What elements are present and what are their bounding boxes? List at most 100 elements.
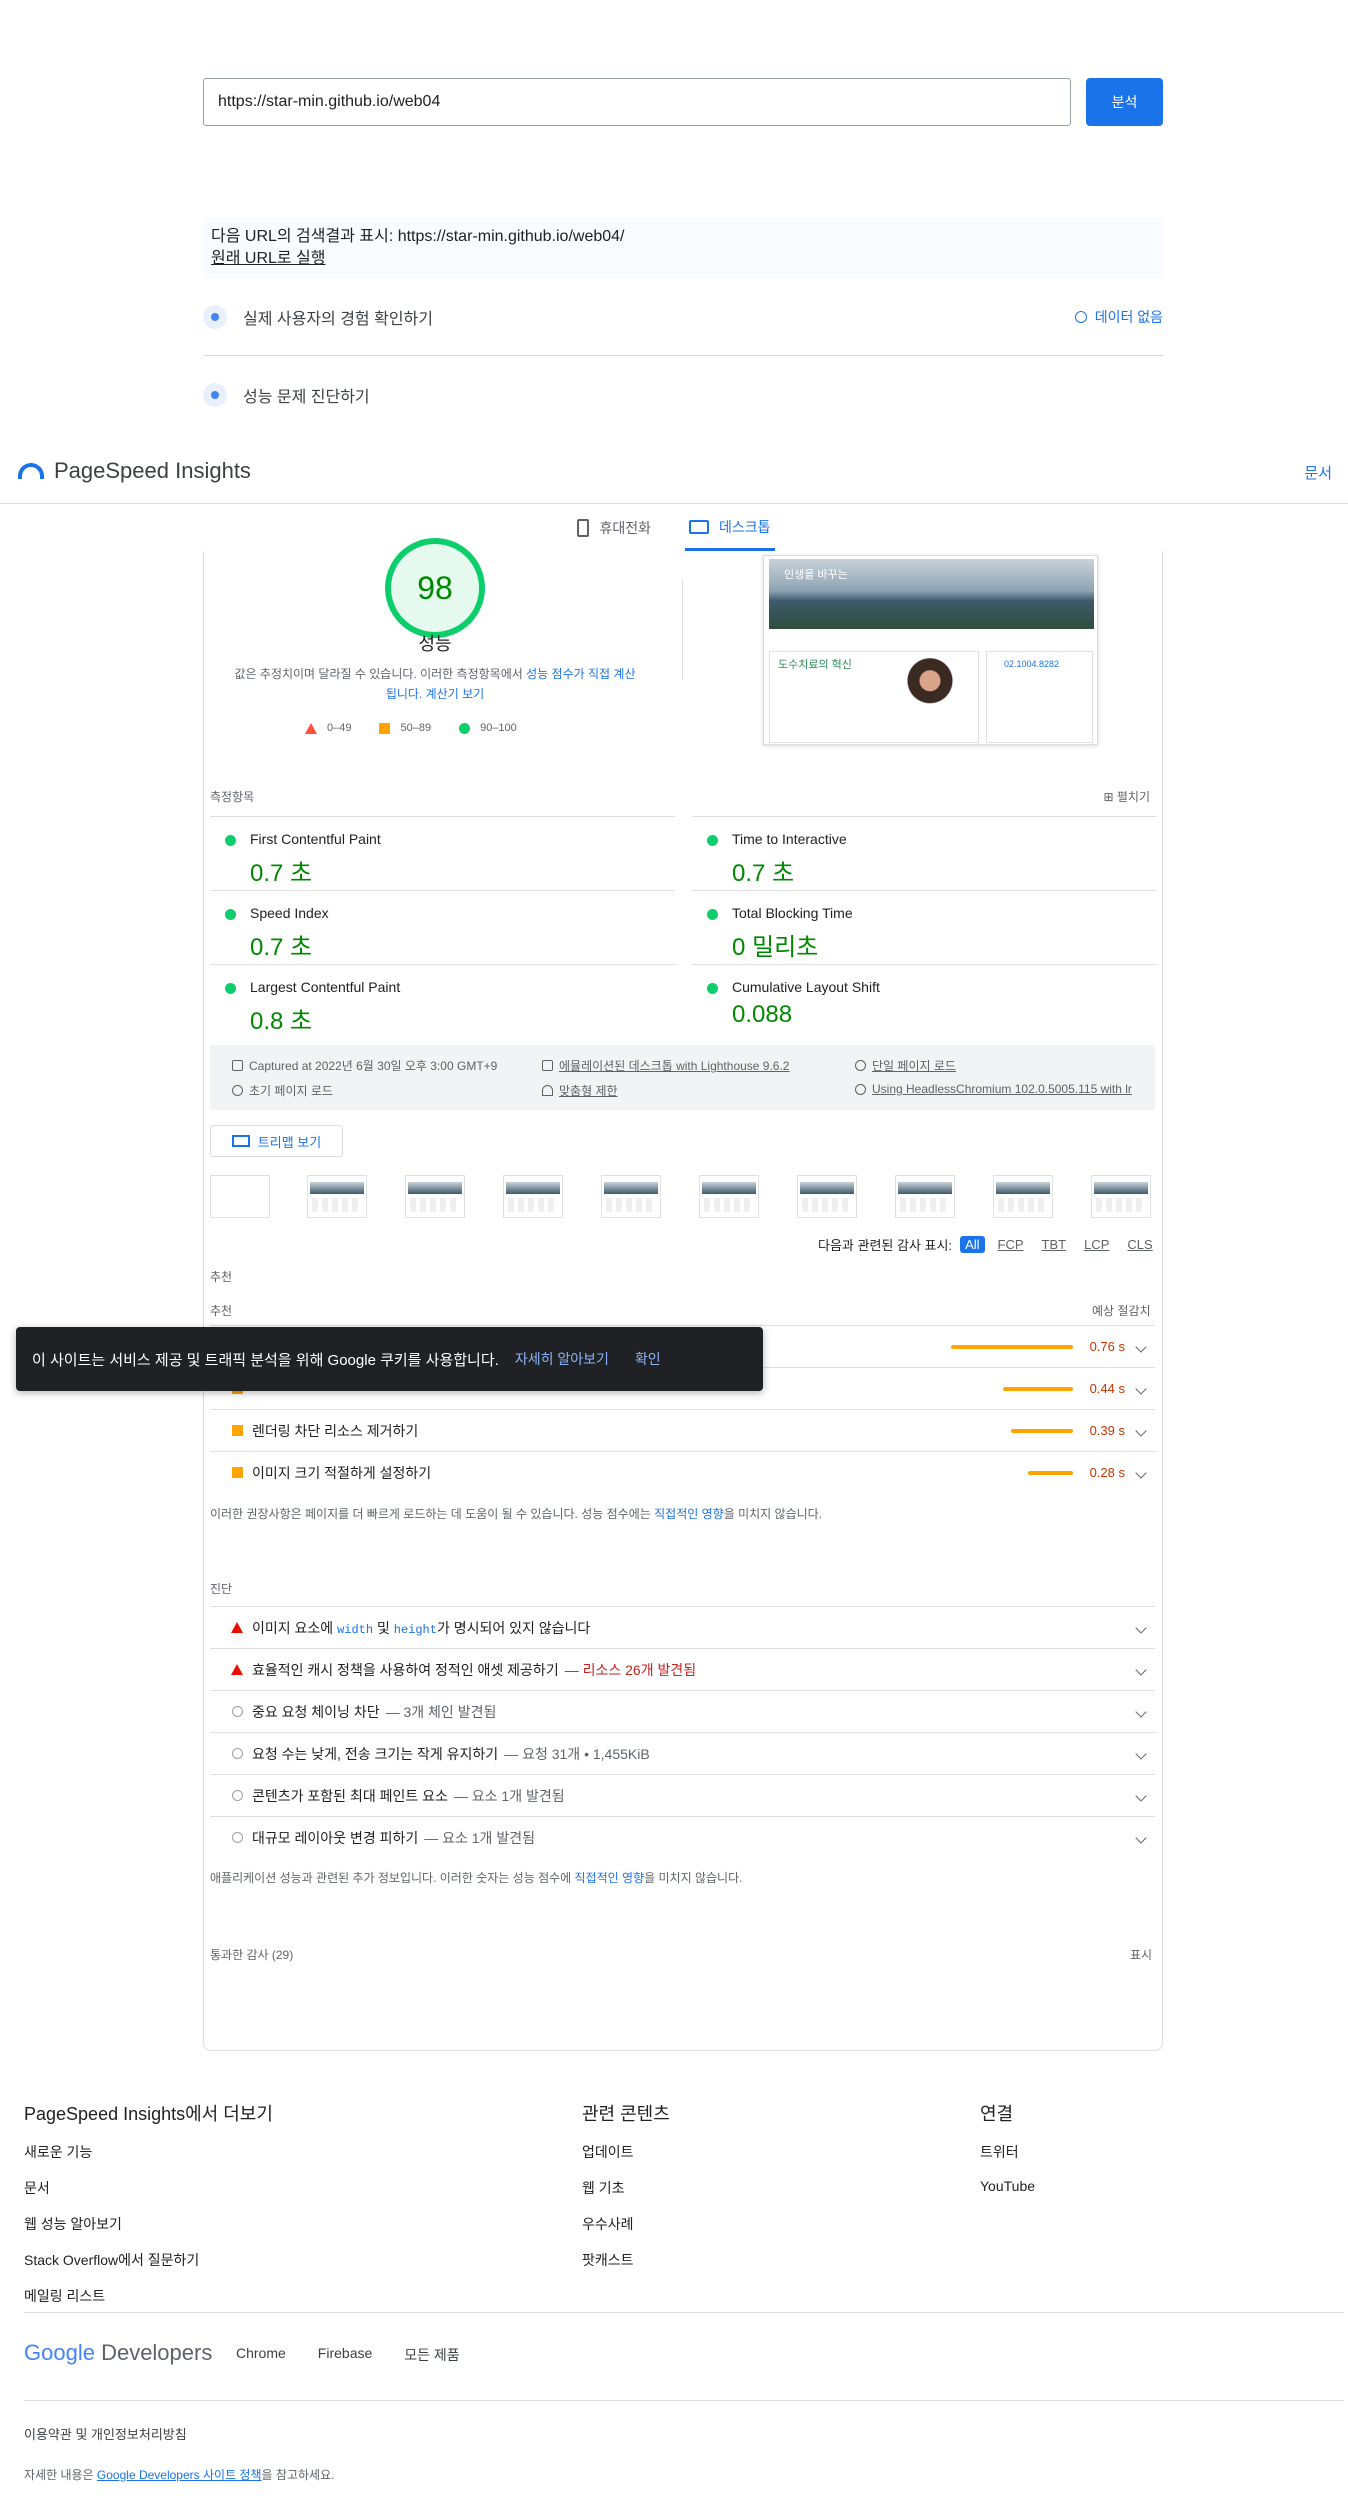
url-input[interactable]: https://star-min.github.io/web04 (203, 78, 1071, 126)
metric-value: 0 밀리초 (732, 934, 819, 961)
chevron-down-icon (1135, 1789, 1147, 1802)
average-square-icon (379, 722, 391, 734)
savings-bar (1028, 1470, 1073, 1475)
footer-more-title-b: 에서 더보기 (185, 2104, 273, 2124)
env-browser[interactable]: Using HeadlessChromium 102.0.5005.115 wi… (855, 1082, 1132, 1096)
footer-divider (24, 2400, 1344, 2401)
final-screenshot: 인생을 바꾸는 도수치료의 혁신 02.1004.8282 (763, 555, 1098, 745)
opportunity-row[interactable]: 렌더링 차단 리소스 제거하기 0.39 s (210, 1409, 1155, 1451)
footer-related-title: 관련 콘텐츠 (582, 2104, 670, 2124)
diagnostics-note: 애플리케이션 성능과 관련된 추가 정보입니다. 이러한 숫자는 성능 점수에 … (210, 1869, 742, 1886)
metric-value: 0.7 초 (250, 934, 313, 961)
footer-more-title-a: PageSpeed Insights (24, 2104, 186, 2124)
savings-bar (1003, 1386, 1073, 1391)
cookie-banner: 이 사이트는 서비스 제공 및 트래픽 분석을 위해 Google 쿠키를 사용… (16, 1327, 763, 1391)
footer-link[interactable]: 웹 성능 알아보기 (24, 2214, 273, 2234)
pass-circle-icon (225, 909, 236, 920)
diagnostic-label: 효율적인 캐시 정책을 사용하여 정적인 애셋 제공하기 (252, 1661, 559, 1678)
diagnostic-row[interactable]: 콘텐츠가 포함된 최대 페인트 요소 — 요소 1개 발견됨 (210, 1774, 1155, 1816)
no-data-link[interactable]: 데이터 없음 (1074, 307, 1163, 327)
diagnostic-row[interactable]: 이미지 요소에 width 및 height가 명시되어 있지 않습니다 (210, 1606, 1155, 1648)
env-initial-load-text: 초기 페이지 로드 (249, 1084, 333, 1098)
calculator-link[interactable]: 계산기 보기 (422, 687, 485, 701)
product-link-firebase[interactable]: Firebase (318, 2345, 372, 2365)
license-note: 자세한 내용은 Google Developers 사이트 정책을 참고하세요. (24, 2466, 334, 2483)
original-url-link[interactable]: 원래 URL로 실행 (211, 248, 1155, 270)
device-icon (542, 1060, 553, 1071)
screenshot-hero-title: 인생을 바꾸는 (784, 569, 848, 581)
legend-average: 50–89 (379, 722, 431, 734)
diagnostic-row[interactable]: 요청 수는 낮게, 전송 크기는 작게 유지하기 — 요청 31개 • 1,45… (210, 1732, 1155, 1774)
tab-mobile[interactable]: 휴대전화 (573, 505, 655, 551)
footer-link[interactable]: 업데이트 (582, 2142, 670, 2162)
audit-filter: 다음과 관련된 감사 표시: All FCP TBT LCP CLS (818, 1235, 1158, 1254)
filter-all[interactable]: All (960, 1236, 985, 1253)
filter-tbt[interactable]: TBT (1037, 1236, 1072, 1253)
filter-lcp[interactable]: LCP (1079, 1236, 1114, 1253)
diagnostic-row[interactable]: 효율적인 캐시 정책을 사용하여 정적인 애셋 제공하기 — 리소스 26개 발… (210, 1648, 1155, 1690)
footer-link[interactable]: 우수사례 (582, 2214, 670, 2234)
note-text: 애플리케이션 성능과 관련된 추가 정보입니다. 이러한 숫자는 성능 점수에 (210, 1871, 575, 1885)
note-text: 이러한 권장사항은 페이지를 더 빠르게 로드하는 데 도움이 될 수 있습니다… (210, 1507, 655, 1521)
footer-link[interactable]: 문서 (24, 2178, 273, 2198)
analyze-button[interactable]: 분석 (1086, 78, 1163, 126)
info-circle-icon (231, 1832, 243, 1843)
tab-desktop[interactable]: 데스크톱 (685, 505, 775, 551)
average-square-icon (231, 1467, 243, 1478)
real-user-section[interactable]: 실제 사용자의 경험 확인하기 데이터 없음 (203, 278, 1163, 356)
diag-code: height (393, 1622, 437, 1637)
filmstrip-frame (1091, 1175, 1151, 1218)
opportunities-subheading: 추천 (210, 1304, 233, 1318)
cookie-ok-button[interactable]: 확인 (635, 1349, 661, 1369)
legend-average-label: 50–89 (400, 722, 432, 734)
expand-toggle[interactable]: ⊞ 펼치기 (1103, 788, 1150, 805)
diagnostic-row[interactable]: 대규모 레이아웃 변경 피하기 — 요소 1개 발견됨 (210, 1816, 1155, 1858)
docs-link[interactable]: 문서 (1304, 462, 1332, 483)
filmstrip-frame (210, 1175, 270, 1218)
footer-link[interactable]: Stack Overflow에서 질문하기 (24, 2250, 273, 2270)
env-single-load[interactable]: 단일 페이지 로드 (855, 1057, 956, 1074)
footer-link[interactable]: 새로운 기능 (24, 2142, 273, 2162)
diagnostic-label: 요청 수는 낮게, 전송 크기는 작게 유지하기 (252, 1745, 499, 1762)
metric-tti: Time to Interactive 0.7 초 (692, 816, 1157, 890)
env-emulated-text: 에뮬레이션된 데스크톱 with Lighthouse 9.6.2 (559, 1059, 790, 1073)
fail-triangle-icon (305, 722, 317, 734)
info-circle-icon (231, 1790, 243, 1801)
impact-link[interactable]: 직접적인 영향 (575, 1871, 645, 1885)
cookie-text: 이 사이트는 서비스 제공 및 트래픽 분석을 위해 Google 쿠키를 사용… (32, 1351, 499, 1369)
metric-value: 0.7 초 (250, 860, 313, 887)
cookie-learn-more[interactable]: 자세히 알아보기 (515, 1349, 609, 1369)
score-divider (682, 580, 683, 680)
product-link-all[interactable]: 모든 제품 (404, 2345, 459, 2365)
filter-cls[interactable]: CLS (1122, 1236, 1157, 1253)
env-throttle[interactable]: 맞춤형 제한 (542, 1082, 618, 1099)
app-title: PageSpeed Insights (54, 458, 251, 483)
metric-cls: Cumulative Layout Shift 0.088 (692, 964, 1157, 1038)
opportunity-row[interactable]: 이미지 크기 적절하게 설정하기 0.28 s (210, 1451, 1155, 1493)
google-developers-logo[interactable]: Google Developers (24, 2340, 212, 2366)
diagnostic-detail: — 리소스 26개 발견됨 (564, 1661, 697, 1678)
info-circle-icon (231, 1748, 243, 1759)
footer-link[interactable]: YouTube (980, 2178, 1035, 2194)
filmstrip-frame (307, 1175, 367, 1218)
footer-link[interactable]: 트위터 (980, 2142, 1035, 2162)
env-captured: Captured at 2022년 6월 30일 오후 3:00 GMT+9 (232, 1057, 497, 1074)
treemap-button[interactable]: 트리맵 보기 (210, 1125, 343, 1157)
footer-link[interactable]: 메일링 리스트 (24, 2286, 273, 2306)
metric-fcp: First Contentful Paint 0.7 초 (210, 816, 675, 890)
screenshot-phone: 02.1004.8282 (1004, 659, 1060, 669)
logo[interactable]: PageSpeed Insights (18, 458, 251, 484)
footer-link[interactable]: 웹 기초 (582, 2178, 670, 2198)
diagnose-section[interactable]: 성능 문제 진단하기 (203, 356, 1163, 434)
site-policy-link[interactable]: Google Developers 사이트 정책 (97, 2468, 262, 2482)
filmstrip-frame (405, 1175, 465, 1218)
terms-link[interactable]: 이용약관 및 개인정보처리방침 (24, 2424, 187, 2443)
env-emulated[interactable]: 에뮬레이션된 데스크톱 with Lighthouse 9.6.2 (542, 1057, 789, 1074)
filter-fcp[interactable]: FCP (993, 1236, 1029, 1253)
impact-link[interactable]: 직접적인 영향 (654, 1507, 724, 1521)
desc-text: 값은 추정치이며 달라질 수 있습니다. 이러한 측정항목에서 (234, 667, 527, 681)
show-passed-button[interactable]: 표시 (1130, 1946, 1152, 1963)
product-link-chrome[interactable]: Chrome (236, 2345, 286, 2365)
footer-link[interactable]: 팟캐스트 (582, 2250, 670, 2270)
diagnostic-row[interactable]: 중요 요청 체이닝 차단 — 3개 체인 발견됨 (210, 1690, 1155, 1732)
